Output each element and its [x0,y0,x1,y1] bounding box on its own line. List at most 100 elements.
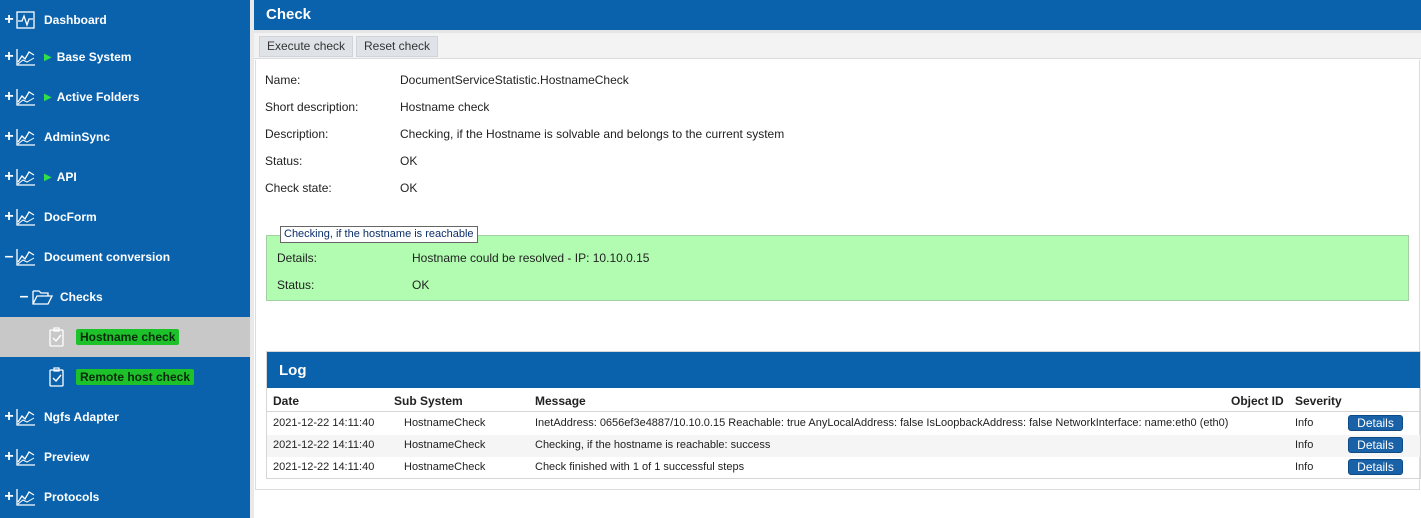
step-result-box: Details: Hostname could be resolved - IP… [266,235,1409,301]
column-header-object-id[interactable]: Object ID [1231,394,1284,408]
sidebar-item-label: Ngfs Adapter [44,410,119,424]
sidebar-item-document-conversion[interactable]: – Document conversion [0,237,250,277]
chart-icon [16,89,35,106]
expand-icon[interactable]: + [4,209,14,225]
clipboard-check-icon [49,327,64,347]
reset-check-button[interactable]: Reset check [356,36,439,57]
table-row: 2021-12-22 14:11:40 HostnameCheck Check … [267,457,1420,479]
field-label: Check state: [265,181,332,195]
collapse-icon[interactable]: – [4,249,14,265]
sidebar-item-label: Document conversion [44,250,171,264]
expand-icon[interactable]: + [4,409,14,425]
field-label: Name: [265,73,301,87]
check-panel: Check Execute check Reset check Name: Do… [254,0,1421,518]
chart-icon [16,169,35,186]
sidebar-item-hostname-check[interactable]: Hostname check [0,317,250,357]
sidebar-item-preview[interactable]: + Preview [0,437,250,477]
log-subsystem: HostnameCheck [404,439,486,451]
field-label: Description: [265,127,329,141]
sidebar-item-label: Remote host check [76,369,195,385]
clipboard-check-icon [49,367,64,387]
step-value: OK [412,278,430,292]
collapse-icon[interactable]: – [19,289,29,305]
log-title: Log [267,352,1420,388]
sidebar-item-label: API [56,170,77,184]
log-subsystem: HostnameCheck [404,417,486,429]
sidebar-item-label: Base System [56,50,132,64]
details-button[interactable]: Details [1348,459,1403,475]
chart-icon [16,209,35,226]
log-date: 2021-12-22 14:11:40 [273,417,375,429]
log-severity: Info [1295,439,1314,451]
expand-icon[interactable]: + [4,169,14,185]
table-row: 2021-12-22 14:11:40 HostnameCheck InetAd… [267,413,1420,435]
sidebar-item-label: DocForm [44,210,97,224]
field-value: Hostname check [400,100,490,114]
sidebar-item-label: AdminSync [44,130,111,144]
field-value: OK [400,154,418,168]
folder-open-icon [32,290,53,305]
sidebar-item-ngfs-adapter[interactable]: + Ngfs Adapter [0,397,250,437]
sidebar-item-label: Hostname check [76,329,180,345]
chart-icon [16,129,35,146]
sidebar-item-dashboard[interactable]: + Dashboard [0,0,250,40]
log-severity: Info [1295,417,1314,429]
expand-icon[interactable]: + [4,129,14,145]
log-message: Checking, if the hostname is reachable: … [535,439,771,451]
field-label: Short description: [265,100,359,114]
log-date: 2021-12-22 14:11:40 [273,439,375,451]
expand-icon[interactable]: + [4,489,14,505]
column-header-message[interactable]: Message [535,394,586,408]
log-panel: Log Date Sub System Message Object ID Se… [266,351,1421,479]
sidebar-item-api[interactable]: + ▶ API [0,157,250,197]
log-subsystem: HostnameCheck [404,461,486,473]
expand-icon[interactable]: + [4,449,14,465]
play-arrow-icon: ▶ [44,91,52,103]
chart-icon [16,249,35,266]
step-value: Hostname could be resolved - IP: 10.10.0… [412,251,650,265]
sidebar-item-label: Preview [44,450,90,464]
details-button[interactable]: Details [1348,415,1403,431]
step-label: Details: [277,251,318,265]
table-row: 2021-12-22 14:11:40 HostnameCheck Checki… [267,435,1420,457]
panel-title: Check [254,0,1421,33]
divider [267,411,1420,412]
dashboard-icon [16,11,35,29]
chart-icon [16,49,35,66]
play-arrow-icon: ▶ [44,171,52,183]
sidebar-item-label: Checks [60,290,103,304]
expand-icon[interactable]: + [4,49,14,65]
field-value: OK [400,181,418,195]
step-label: Status: [277,278,315,292]
sidebar-item-protocols[interactable]: + Protocols [0,477,250,517]
execute-check-button[interactable]: Execute check [259,36,354,57]
sidebar-item-label: Dashboard [44,13,107,27]
sidebar-item-active-folders[interactable]: + ▶ Active Folders [0,77,250,117]
chart-icon [16,489,35,506]
toolbar: Execute check Reset check [254,33,1421,59]
log-date: 2021-12-22 14:11:40 [273,461,375,473]
sidebar-item-remote-host-check[interactable]: Remote host check [0,357,250,397]
chart-icon [16,409,35,426]
play-arrow-icon: ▶ [44,51,52,63]
sidebar-item-checks[interactable]: – Checks [0,277,250,317]
log-message: Check finished with 1 of 1 successful st… [535,461,745,473]
field-label: Status: [265,154,303,168]
column-header-subsystem[interactable]: Sub System [394,394,463,408]
sidebar: + Dashboard + ▶ Base System + ▶ Active F… [0,0,250,518]
log-message: InetAddress: 0656ef3e4887/10.10.0.15 Rea… [535,417,1229,429]
expand-icon[interactable]: + [4,89,14,105]
column-header-severity[interactable]: Severity [1295,394,1342,408]
field-value: DocumentServiceStatistic.HostnameCheck [400,73,629,87]
sidebar-item-adminsync[interactable]: + AdminSync [0,117,250,157]
sidebar-item-base-system[interactable]: + ▶ Base System [0,37,250,77]
step-legend: Checking, if the hostname is reachable [280,226,478,243]
sidebar-item-label: Active Folders [56,90,140,104]
sidebar-item-label: Protocols [44,490,100,504]
expand-icon[interactable]: + [4,12,14,28]
sidebar-item-docform[interactable]: + DocForm [0,197,250,237]
details-button[interactable]: Details [1348,437,1403,453]
chart-icon [16,449,35,466]
log-severity: Info [1295,461,1314,473]
column-header-date[interactable]: Date [273,394,299,408]
